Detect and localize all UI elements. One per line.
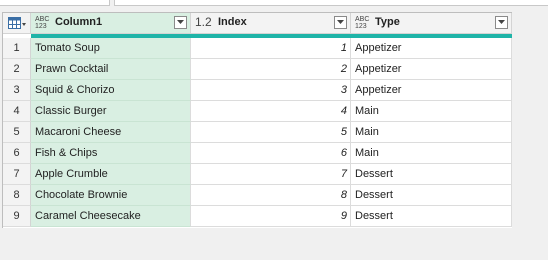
cell-column1[interactable]: Prawn Cocktail	[31, 59, 191, 80]
row-number[interactable]: 4	[3, 101, 31, 122]
table-row[interactable]: 7 Apple Crumble 7 Dessert	[3, 164, 512, 185]
table-menu-icon[interactable]	[8, 17, 27, 30]
table-row[interactable]: 2 Prawn Cocktail 2 Appetizer	[3, 59, 512, 80]
table-row[interactable]: 8 Chocolate Brownie 8 Dessert	[3, 185, 512, 206]
row-number[interactable]: 3	[3, 80, 31, 101]
cell-type[interactable]: Dessert	[351, 185, 512, 206]
row-number[interactable]: 8	[3, 185, 31, 206]
cell-index[interactable]: 3	[191, 80, 351, 101]
filter-dropdown-button[interactable]	[334, 16, 347, 29]
filter-dropdown-button[interactable]	[174, 16, 187, 29]
filter-dropdown-button[interactable]	[495, 16, 508, 29]
column-name: Index	[218, 16, 247, 28]
cell-type[interactable]: Appetizer	[351, 38, 512, 59]
cell-type[interactable]: Appetizer	[351, 59, 512, 80]
chevron-down-icon	[337, 20, 344, 24]
cell-type[interactable]: Dessert	[351, 206, 512, 227]
data-grid: ABC 123 Column1 1.2 Index ABC 123 Type 1…	[2, 12, 512, 228]
formula-input[interactable]	[114, 0, 548, 6]
cell-column1[interactable]: Chocolate Brownie	[31, 185, 191, 206]
column-header-index[interactable]: 1.2 Index	[191, 13, 351, 34]
cell-index[interactable]: 6	[191, 143, 351, 164]
cell-column1[interactable]: Classic Burger	[31, 101, 191, 122]
row-number[interactable]: 7	[3, 164, 31, 185]
table-row[interactable]: 4 Classic Burger 4 Main	[3, 101, 512, 122]
cell-type[interactable]: Dessert	[351, 164, 512, 185]
chevron-down-icon	[177, 20, 184, 24]
cell-type[interactable]: Appetizer	[351, 80, 512, 101]
column-name: Type	[375, 16, 400, 28]
cell-index[interactable]: 1	[191, 38, 351, 59]
table-row[interactable]: 9 Caramel Cheesecake 9 Dessert	[3, 206, 512, 227]
table-row[interactable]: 3 Squid & Chorizo 3 Appetizer	[3, 80, 512, 101]
column-header-type[interactable]: ABC 123 Type	[351, 13, 512, 34]
table-row[interactable]: 1 Tomato Soup 1 Appetizer	[3, 38, 512, 59]
table-corner-button[interactable]	[3, 13, 31, 34]
table-row[interactable]: 6 Fish & Chips 6 Main	[3, 143, 512, 164]
row-number[interactable]: 9	[3, 206, 31, 227]
cell-column1[interactable]: Apple Crumble	[31, 164, 191, 185]
chevron-down-icon	[498, 20, 505, 24]
cell-type[interactable]: Main	[351, 101, 512, 122]
cell-index[interactable]: 4	[191, 101, 351, 122]
decimal-type-icon[interactable]: 1.2	[195, 15, 215, 30]
column-name: Column1	[55, 16, 103, 28]
cell-index[interactable]: 9	[191, 206, 351, 227]
formula-bar-strip	[0, 0, 548, 7]
cell-column1[interactable]: Tomato Soup	[31, 38, 191, 59]
row-number[interactable]: 1	[3, 38, 31, 59]
cell-index[interactable]: 5	[191, 122, 351, 143]
row-number[interactable]: 5	[3, 122, 31, 143]
cell-index[interactable]: 8	[191, 185, 351, 206]
cell-index[interactable]: 2	[191, 59, 351, 80]
cell-type[interactable]: Main	[351, 122, 512, 143]
text-type-icon[interactable]: ABC 123	[355, 16, 372, 31]
table-row[interactable]: 5 Macaroni Cheese 5 Main	[3, 122, 512, 143]
cell-type[interactable]: Main	[351, 143, 512, 164]
cell-column1[interactable]: Squid & Chorizo	[31, 80, 191, 101]
name-box[interactable]	[0, 0, 110, 6]
text-type-icon[interactable]: ABC 123	[35, 16, 52, 31]
row-number[interactable]: 2	[3, 59, 31, 80]
cell-index[interactable]: 7	[191, 164, 351, 185]
column-header-column1[interactable]: ABC 123 Column1	[31, 13, 191, 34]
row-number[interactable]: 6	[3, 143, 31, 164]
cell-column1[interactable]: Macaroni Cheese	[31, 122, 191, 143]
cell-column1[interactable]: Fish & Chips	[31, 143, 191, 164]
cell-column1[interactable]: Caramel Cheesecake	[31, 206, 191, 227]
